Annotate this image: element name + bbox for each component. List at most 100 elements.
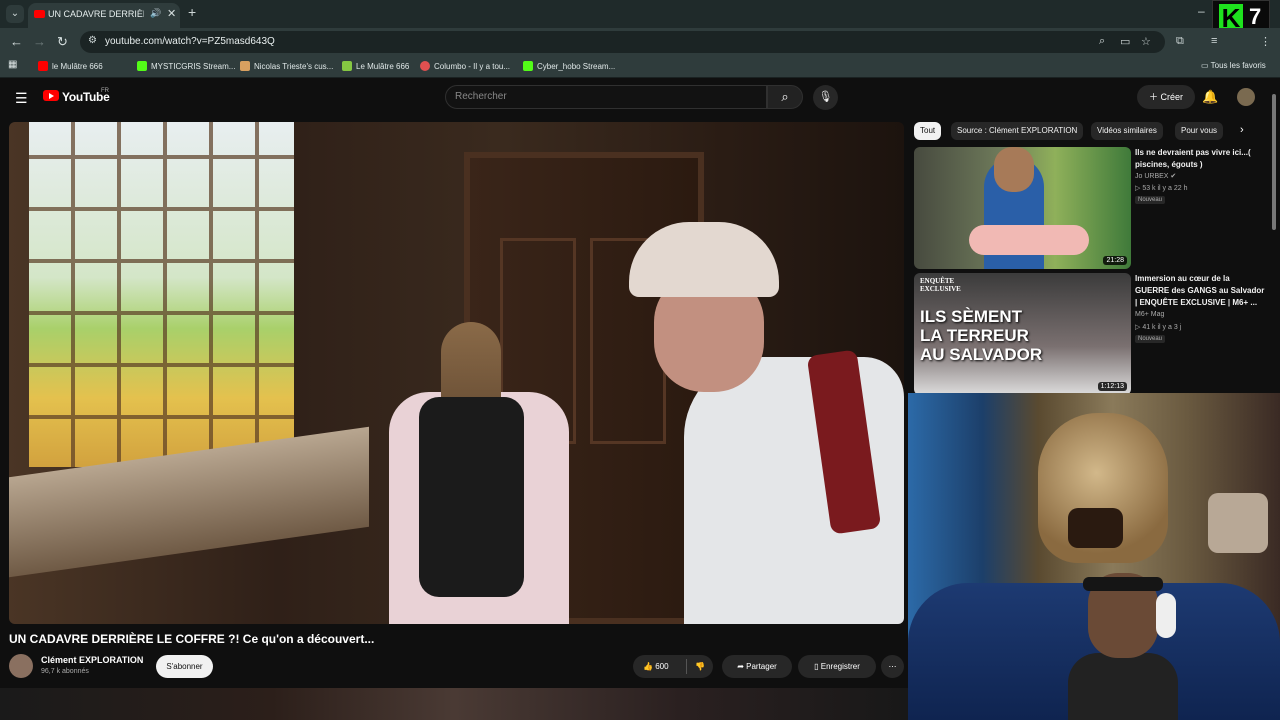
back-arrow-icon[interactable]: ← <box>10 34 23 49</box>
chip-source[interactable]: Source : Clément EXPLORATION <box>951 122 1084 140</box>
bookmark-label: Cyber_hobo Stream... <box>537 62 616 71</box>
meta-label: 41 k il y a 3 j <box>1142 324 1182 331</box>
site-icon <box>420 61 430 71</box>
recommendation-title[interactable]: Ils ne devraient pas vivre ici...( pisci… <box>1135 147 1265 171</box>
all-bookmarks-label: Tous les favoris <box>1210 61 1266 70</box>
kick-icon <box>523 61 533 71</box>
bookmark-item[interactable]: le Mulâtre 666 <box>38 61 103 71</box>
bookmark-item[interactable]: Le Mulâtre 666 <box>342 61 409 71</box>
like-count: 600 <box>655 662 669 671</box>
speaker-icon[interactable]: 🔊 <box>150 8 161 19</box>
bookmark-item[interactable]: Nicolas Trieste's cus... <box>240 61 333 71</box>
woman-with-backpack <box>389 322 569 624</box>
save-button[interactable]: ▯ Enregistrer <box>798 655 876 678</box>
cast-icon[interactable]: ▭ <box>1120 35 1130 48</box>
thumbs-up-icon: 👍 <box>643 662 656 671</box>
search-box <box>445 85 767 109</box>
dislike-button[interactable]: 👎 <box>695 655 705 678</box>
tab-search-chevron-icon[interactable]: ⌄ <box>6 5 24 23</box>
more-icon: ⋯ <box>888 662 897 671</box>
microphone-icon: 🎙 <box>818 91 833 103</box>
close-tab-icon[interactable]: ✕ <box>167 7 176 20</box>
meta-label: 53 k il y a 22 h <box>1142 185 1188 192</box>
youtube-logo-icon[interactable] <box>43 90 59 101</box>
browser-menu-icon[interactable]: ⋮ <box>1260 35 1271 48</box>
bookmark-item[interactable]: Columbo - Il y a tou... <box>420 61 510 71</box>
recommendation-meta: ▷ 41 k il y a 3 j <box>1135 323 1181 331</box>
bookmark-label: le Mulâtre 666 <box>52 62 103 71</box>
bookmark-star-icon[interactable]: ☆ <box>1141 35 1151 48</box>
reload-icon[interactable]: ↻ <box>57 34 68 50</box>
new-tab-icon[interactable]: + <box>188 4 196 20</box>
streamer <box>1068 563 1178 720</box>
recommendation-title[interactable]: Immersion au cœur de la GUERRE des GANGS… <box>1135 273 1265 309</box>
browser-tab-strip: ⌄ UN CADAVRE DERRIÈRE LE COFFRE 🔊 ✕ + – <box>0 0 1280 28</box>
plus-icon: ＋ <box>1148 92 1161 102</box>
site-info-icon[interactable]: ⚙ <box>88 35 100 47</box>
share-icon: ➦ <box>737 662 747 671</box>
subscriber-count: 96,7 k abonnés <box>41 668 89 675</box>
apps-grid-icon[interactable]: ▦ <box>8 59 17 70</box>
thumbnail-text: ILS SÈMENT LA TERREUR AU SALVADOR <box>920 307 1043 364</box>
voice-search-button[interactable]: 🎙 <box>813 85 838 110</box>
search-input[interactable] <box>455 91 745 102</box>
channel-label: Jo URBEX <box>1135 173 1169 180</box>
recommendation-meta: ▷ 53 k il y a 22 h <box>1135 184 1187 192</box>
bookmark-label: Le Mulâtre 666 <box>356 62 410 71</box>
share-button[interactable]: ➦ Partager <box>722 655 792 678</box>
video-duration: 1:12:13 <box>1097 382 1127 391</box>
below-video-content <box>0 688 908 720</box>
minimize-window-icon[interactable]: – <box>1198 4 1205 18</box>
background-figure <box>1208 493 1268 553</box>
save-label: Enregistrer <box>820 662 860 671</box>
youtube-favicon-icon <box>34 10 45 18</box>
recommendation-channel[interactable]: Jo URBEX ✔ <box>1135 172 1176 180</box>
browser-tab-active[interactable]: UN CADAVRE DERRIÈRE LE COFFRE 🔊 ✕ <box>28 3 180 28</box>
address-bar[interactable]: ⚙ youtube.com/watch?v=PZ5masd643Q ⌕ ▭ ☆ <box>80 31 1165 53</box>
video-title: UN CADAVRE DERRIÈRE LE COFFRE ?! Ce qu'o… <box>9 632 375 646</box>
media-controls-icon[interactable]: ≡ <box>1211 35 1217 47</box>
bookmark-item[interactable]: MYSTICGRIS Stream... <box>137 61 235 71</box>
account-avatar[interactable] <box>1237 88 1255 106</box>
channel-name[interactable]: Clément EXPLORATION <box>41 655 143 665</box>
hamburger-menu-icon[interactable]: ☰ <box>15 90 28 107</box>
browser-toolbar: ← → ↻ ⚙ youtube.com/watch?v=PZ5masd643Q … <box>0 28 1280 56</box>
create-label: Créer <box>1160 92 1184 102</box>
region-code: FR <box>101 88 109 94</box>
recommendation-thumbnail[interactable]: ENQUÊTE EXCLUSIVE ILS SÈMENT LA TERREUR … <box>914 273 1131 395</box>
man-in-bucket-hat <box>629 222 904 624</box>
like-dislike-group: 👍 600 👎 <box>633 655 713 678</box>
channel-avatar[interactable] <box>9 654 33 678</box>
bookmarks-bar: ▦ le Mulâtre 666 MYSTICGRIS Stream... Ni… <box>0 56 1280 78</box>
notifications-bell-icon[interactable]: 🔔 <box>1202 89 1218 105</box>
channel-label: M6+ Mag <box>1135 311 1165 318</box>
page-scrollbar[interactable] <box>1272 94 1276 230</box>
search-icon: ⌕ <box>781 89 789 104</box>
tab-title: UN CADAVRE DERRIÈRE LE COFFRE <box>48 9 144 19</box>
create-button[interactable]: ＋ Créer <box>1137 85 1195 109</box>
chevron-right-icon[interactable]: › <box>1240 124 1244 136</box>
chip-all[interactable]: Tout <box>914 122 942 140</box>
like-button[interactable]: 👍 600 <box>643 662 669 671</box>
chip-similar[interactable]: Vidéos similaires <box>1091 122 1163 140</box>
new-badge: Nouveau <box>1135 196 1166 204</box>
all-bookmarks-folder[interactable]: ▭ Tous les favoris <box>1201 61 1266 70</box>
chip-for-you[interactable]: Pour vous <box>1175 122 1224 140</box>
recommendation-thumbnail[interactable]: 21:28 <box>914 147 1131 269</box>
extensions-icon[interactable]: ⧉ <box>1176 35 1184 48</box>
webcam-overlay <box>908 393 1280 720</box>
k7-logo-number: 7 <box>1249 4 1262 29</box>
kick-icon <box>137 61 147 71</box>
forward-arrow-icon[interactable]: → <box>33 34 46 49</box>
search-button[interactable]: ⌕ <box>767 85 803 109</box>
skull-painting <box>1038 413 1168 563</box>
youtube-icon <box>38 61 48 71</box>
new-badge: Nouveau <box>1135 335 1166 343</box>
bookmark-item[interactable]: Cyber_hobo Stream... <box>523 61 615 71</box>
recommendation-channel[interactable]: M6+ Mag <box>1135 311 1164 318</box>
zoom-icon[interactable]: ⌕ <box>1099 35 1105 48</box>
more-actions-button[interactable]: ⋯ <box>881 655 904 678</box>
video-player[interactable] <box>9 122 904 624</box>
url-text[interactable]: youtube.com/watch?v=PZ5masd643Q <box>105 36 275 47</box>
subscribe-button[interactable]: S'abonner <box>156 655 213 678</box>
